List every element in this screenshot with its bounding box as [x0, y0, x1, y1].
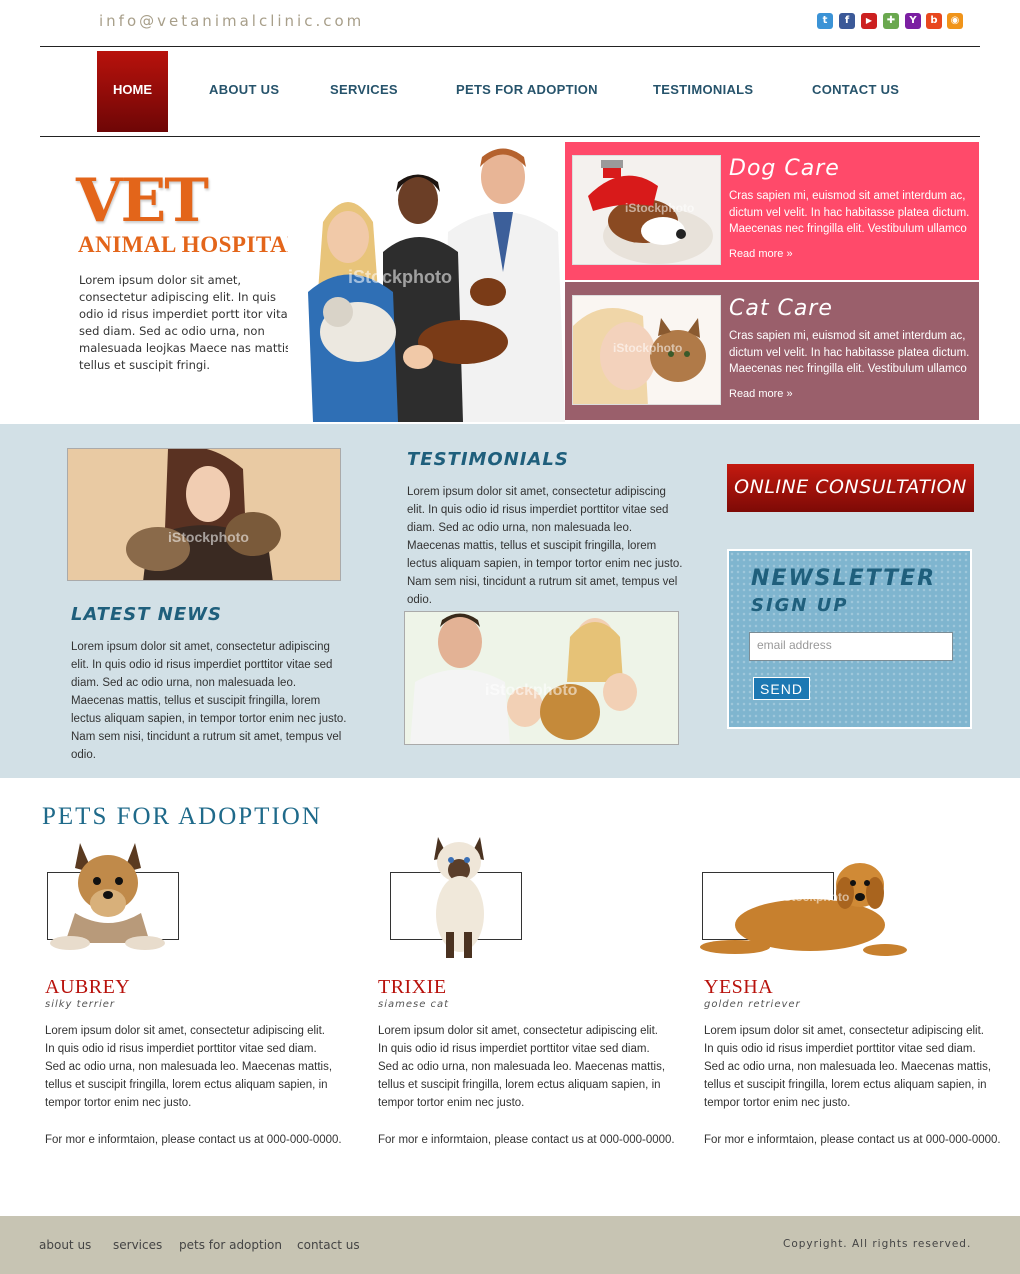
latest-news-text: Lorem ipsum dolor sit amet, consectetur … [71, 641, 347, 761]
nav-home[interactable]: HOME [97, 51, 168, 132]
pet-breed-aubrey: silky terrier [45, 999, 115, 1010]
pet-contact-yesha: For mor e informtaion, please contact us… [704, 1134, 1001, 1146]
cat-care-text: Cras sapien mi, euismod sit amet interdu… [729, 330, 970, 375]
hero-title: VET [76, 166, 209, 236]
footer-link-pets[interactable]: pets for adoption [179, 1238, 282, 1252]
yahoo-icon[interactable]: Y [905, 13, 921, 29]
watermark: iStockphoto [168, 529, 249, 545]
footer: about us services pets for adoption cont… [0, 1216, 1020, 1274]
nav-about[interactable]: ABOUT US [209, 82, 279, 97]
dog-care-read-more-link[interactable]: Read more » [729, 248, 793, 260]
pets-section-title: PETS FOR ADOPTION [42, 803, 322, 830]
online-consultation-button[interactable]: ONLINE CONSULTATION [727, 464, 974, 512]
watermark: iStockphoto [613, 341, 683, 355]
youtube-icon[interactable]: ▶ [861, 13, 877, 29]
pet-desc-trixie: Lorem ipsum dolor sit amet, consectetur … [378, 1025, 666, 1109]
nav-testimonials[interactable]: TESTIMONIALS [653, 82, 753, 97]
pet-name-trixie: TRIXIE [378, 976, 447, 998]
trixie-photo [420, 832, 500, 960]
facebook-icon[interactable]: f [839, 13, 855, 29]
watermark: iStockphoto [780, 890, 850, 904]
cat-care-image: iStockphoto [572, 295, 721, 405]
newsletter-email-input[interactable]: email address [749, 632, 953, 661]
hero-text: Lorem ipsum dolor sit amet, consectetur … [79, 273, 295, 372]
aubrey-photo [45, 833, 170, 953]
latest-news-image: iStockphoto [67, 448, 341, 581]
blogger-icon[interactable]: b [926, 13, 942, 29]
nav-contact[interactable]: CONTACT US [812, 82, 899, 97]
twitter-icon[interactable]: t [817, 13, 833, 29]
footer-link-contact[interactable]: contact us [297, 1238, 360, 1252]
dog-care-title: Dog Care [729, 156, 840, 181]
pet-contact-aubrey: For mor e informtaion, please contact us… [45, 1134, 342, 1146]
pet-breed-trixie: siamese cat [378, 999, 450, 1010]
nav-pets-for-adoption[interactable]: PETS FOR ADOPTION [456, 82, 598, 97]
nav-services[interactable]: SERVICES [330, 82, 398, 97]
contact-email[interactable]: info@vetanimalclinic.com [99, 12, 364, 30]
testimonials-title: TESTIMONIALS [407, 449, 569, 470]
header-divider-top [40, 46, 980, 47]
cat-care-title: Cat Care [729, 296, 833, 321]
cat-care-panel: iStockphoto Cat Care Cras sapien mi, eui… [565, 282, 979, 420]
rss-icon[interactable]: ◉ [947, 13, 963, 29]
watermark: iStockphoto [348, 267, 452, 287]
dog-care-image: iStockphoto [572, 155, 721, 265]
newsletter-title: NEWSLETTER [751, 566, 937, 591]
footer-link-about[interactable]: about us [39, 1238, 91, 1252]
pet-contact-trixie: For mor e informtaion, please contact us… [378, 1134, 675, 1146]
header-divider-bottom [40, 136, 980, 137]
pet-name-aubrey: AUBREY [45, 976, 131, 998]
copyright: Copyright. All rights reserved. [783, 1238, 972, 1250]
social-icons: t f ▶ ✚ Y b ◉ [817, 0, 967, 36]
testimonials-text: Lorem ipsum dolor sit amet, consectetur … [407, 486, 683, 606]
newsletter-box: NEWSLETTER SIGN UP email address SEND [727, 549, 972, 729]
dog-care-text: Cras sapien mi, euismod sit amet interdu… [729, 190, 970, 235]
newsletter-subtitle: SIGN UP [751, 595, 849, 616]
newsletter-send-button[interactable]: SEND [753, 677, 810, 700]
pet-name-yesha: YESHA [704, 976, 774, 998]
watermark: iStockphoto [625, 201, 695, 215]
family-photo: iStockphoto [404, 611, 679, 745]
dog-care-panel: iStockphoto Dog Care Cras sapien mi, eui… [565, 142, 979, 280]
hero-subtitle: ANIMAL HOSPITAL [78, 232, 303, 257]
google-icon[interactable]: ✚ [883, 13, 899, 29]
watermark: iStockphoto [485, 682, 578, 699]
latest-news-title: LATEST NEWS [71, 604, 222, 625]
pet-desc-aubrey: Lorem ipsum dolor sit amet, consectetur … [45, 1025, 333, 1109]
cat-care-read-more-link[interactable]: Read more » [729, 388, 793, 400]
vet-team-photo: iStockphoto [288, 142, 565, 422]
pet-desc-yesha: Lorem ipsum dolor sit amet, consectetur … [704, 1025, 992, 1109]
footer-link-services[interactable]: services [113, 1238, 162, 1252]
yesha-photo: iStockphoto [700, 855, 910, 965]
pet-breed-yesha: golden retriever [704, 999, 801, 1010]
